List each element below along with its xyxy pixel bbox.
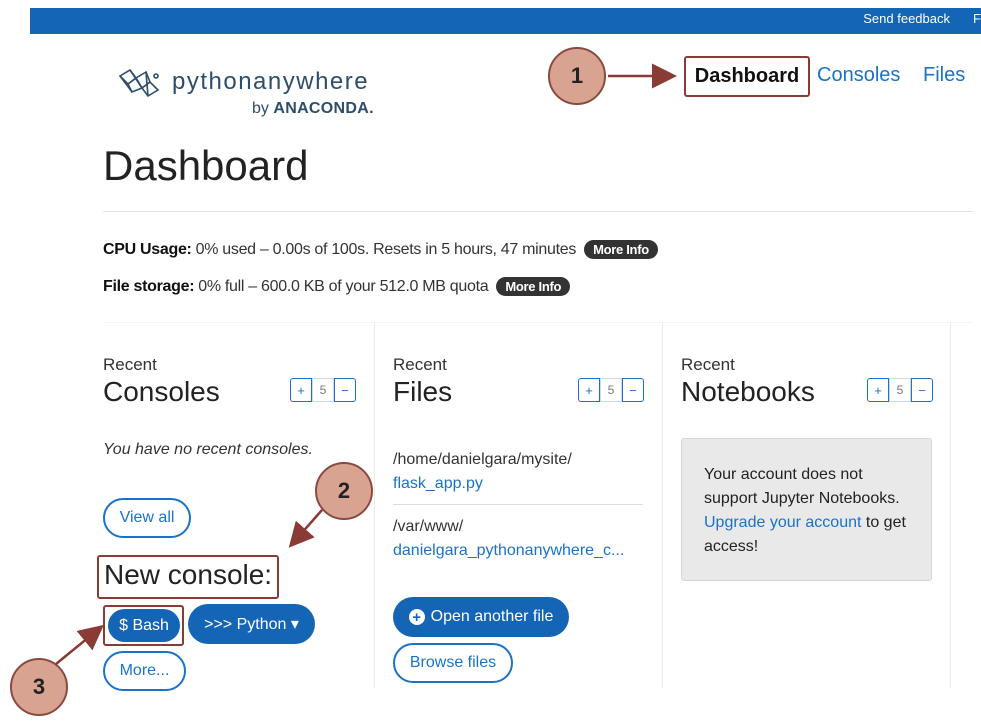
- consoles-pager: + 5 −: [290, 378, 356, 402]
- notebooks-unsupported-notice: Your account does not support Jupyter No…: [681, 438, 932, 581]
- view-all-consoles-button[interactable]: View all: [103, 498, 191, 538]
- notebooks-title: Notebooks: [681, 376, 815, 407]
- notebooks-count: 5: [889, 378, 911, 402]
- notebooks-increase-button[interactable]: +: [867, 378, 889, 402]
- column-divider: [374, 322, 375, 688]
- no-recent-consoles-text: You have no recent consoles.: [103, 441, 313, 458]
- file-link[interactable]: flask_app.py: [393, 475, 483, 493]
- notebooks-pager: + 5 −: [867, 378, 933, 402]
- file-storage-text: 0% full – 600.0 KB of your 512.0 MB quot…: [198, 277, 489, 295]
- new-console-heading: New console:: [104, 559, 273, 590]
- notice-text: Your account does not support Jupyter No…: [704, 466, 900, 507]
- column-divider: [662, 322, 663, 688]
- page-title: Dashboard: [103, 142, 309, 189]
- file-storage-row: File storage: 0% full – 600.0 KB of your…: [103, 277, 571, 296]
- file-path: /var/www/: [393, 518, 464, 535]
- consoles-title: Consoles: [103, 376, 220, 407]
- upgrade-account-link[interactable]: Upgrade your account: [704, 514, 861, 531]
- files-title: Files: [393, 376, 453, 407]
- more-consoles-button[interactable]: More...: [103, 651, 186, 691]
- file-path: /home/danielgara/mysite/: [393, 451, 572, 468]
- cpu-usage-label: CPU Usage:: [103, 240, 192, 258]
- files-decrease-button[interactable]: −: [622, 378, 644, 402]
- storage-more-info-button[interactable]: More Info: [496, 277, 571, 296]
- files-recent-label: Recent: [393, 355, 447, 374]
- consoles-recent-label: Recent: [103, 355, 157, 374]
- file-list-divider: [393, 504, 643, 505]
- column-divider: [950, 322, 951, 688]
- notebooks-recent-label: Recent: [681, 355, 735, 374]
- cpu-usage-text: 0% used – 0.00s of 100s. Resets in 5 hou…: [195, 240, 577, 258]
- open-another-file-button[interactable]: + Open another file: [393, 597, 569, 637]
- file-storage-label: File storage:: [103, 277, 195, 295]
- python-console-dropdown[interactable]: >>> Python ▾: [188, 604, 315, 644]
- panels-top-divider: [103, 322, 973, 323]
- open-another-file-label: Open another file: [430, 608, 554, 625]
- files-count: 5: [600, 378, 622, 402]
- file-link[interactable]: danielgara_pythonanywhere_c...: [393, 542, 624, 560]
- plus-circle-icon: +: [408, 609, 425, 625]
- consoles-decrease-button[interactable]: −: [334, 378, 356, 402]
- consoles-count: 5: [312, 378, 334, 402]
- bash-button-highlight: [103, 605, 184, 646]
- browse-files-button[interactable]: Browse files: [393, 643, 513, 683]
- notebooks-decrease-button[interactable]: −: [911, 378, 933, 402]
- files-increase-button[interactable]: +: [578, 378, 600, 402]
- cpu-more-info-button[interactable]: More Info: [584, 240, 658, 259]
- consoles-increase-button[interactable]: +: [290, 378, 312, 402]
- cpu-usage-row: CPU Usage: 0% used – 0.00s of 100s. Rese…: [103, 240, 658, 259]
- files-pager: + 5 −: [578, 378, 644, 402]
- title-divider: [103, 211, 973, 212]
